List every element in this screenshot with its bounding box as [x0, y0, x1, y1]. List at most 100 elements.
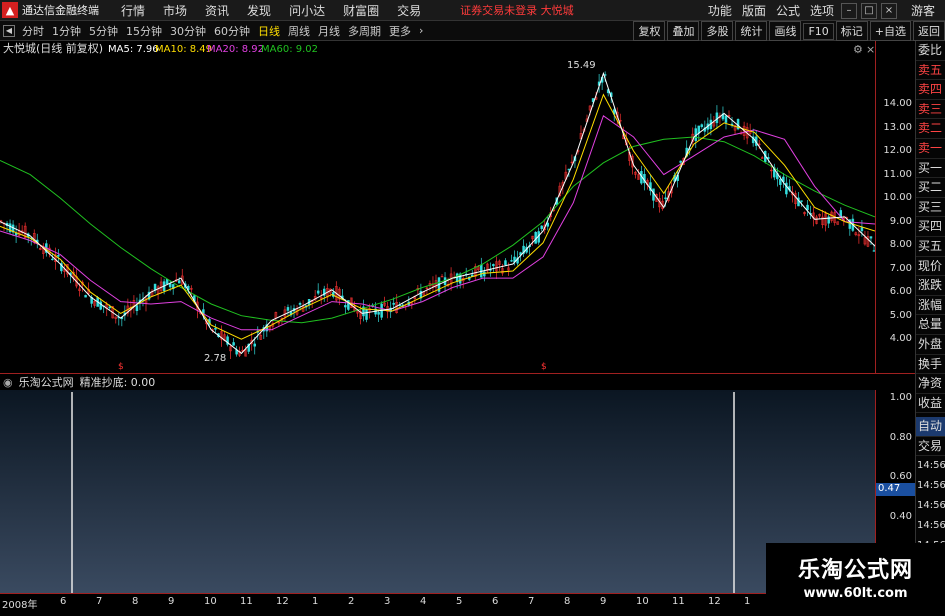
side-tab[interactable]: 买五	[916, 237, 945, 257]
guest-user[interactable]: 游客	[911, 2, 935, 19]
indicator-tick: 1.00	[889, 392, 912, 403]
side-tab[interactable]: 委比	[916, 41, 945, 61]
side-tab[interactable]: 总量	[916, 315, 945, 335]
time-tick: 6	[60, 596, 67, 607]
candle-body	[724, 115, 728, 123]
price-tick: 7.00	[889, 262, 912, 274]
trade-notice[interactable]: 证券交易未登录 大悦城	[460, 2, 610, 18]
side-tab[interactable]: 卖三	[916, 100, 945, 120]
indicator-name[interactable]: 乐淘公式网	[19, 374, 74, 390]
watermark-title: 乐淘公式网	[797, 557, 913, 583]
time-tick: 12	[708, 596, 721, 607]
price-tick: 13.00	[883, 121, 912, 133]
candle-body	[504, 260, 507, 265]
menu-options[interactable]: 选项	[805, 2, 839, 19]
trade-time: 14:56	[917, 480, 945, 492]
price-tick: 8.00	[889, 239, 912, 251]
ma20-label: MA20: 8.92	[207, 44, 264, 55]
tool-draw[interactable]: 画线	[769, 21, 802, 41]
price-tick: 11.00	[883, 168, 912, 180]
side-tab[interactable]: 现价	[916, 257, 945, 277]
menu-trade[interactable]: 交易	[388, 2, 430, 19]
maximize-icon[interactable]: □	[860, 2, 877, 19]
side-tab[interactable]: 卖一	[916, 139, 945, 159]
minimize-icon[interactable]: –	[840, 2, 857, 19]
tool-stats[interactable]: 统计	[735, 21, 768, 41]
side-tab[interactable]: 买四	[916, 217, 945, 237]
period-15min[interactable]: 15分钟	[122, 23, 166, 39]
menu-market[interactable]: 市场	[154, 2, 196, 19]
candle-body	[806, 204, 809, 211]
side-tab[interactable]: 买二	[916, 178, 945, 198]
menu-ask[interactable]: 问小达	[280, 2, 334, 19]
time-tick: 11	[672, 596, 685, 607]
tool-restore-rights[interactable]: 复权	[633, 21, 666, 41]
watermark: 乐淘公式网 www.60lt.com	[766, 543, 945, 609]
side-tab[interactable]: 换手	[916, 355, 945, 375]
period-intraday[interactable]: 分时	[18, 23, 48, 39]
period-multi[interactable]: 多周期	[344, 23, 385, 39]
time-tick: 11	[240, 596, 253, 607]
side-tab[interactable]: 卖四	[916, 80, 945, 100]
side-tab[interactable]: 净资	[916, 374, 945, 394]
chevron-right-icon[interactable]: ›	[415, 24, 427, 37]
menu-formula[interactable]: 公式	[771, 2, 805, 19]
period-60min[interactable]: 60分钟	[210, 23, 254, 39]
period-monthly[interactable]: 月线	[314, 23, 344, 39]
menu-discover[interactable]: 发现	[238, 2, 280, 19]
period-daily[interactable]: 日线	[254, 23, 284, 39]
side-tab[interactable]: 卖二	[916, 119, 945, 139]
candle-body	[679, 160, 682, 163]
period-weekly[interactable]: 周线	[284, 23, 314, 39]
trade-tab[interactable]: 交易	[916, 437, 945, 457]
menu-quotes[interactable]: 行情	[112, 2, 154, 19]
candle-body	[540, 225, 543, 229]
menu-layout[interactable]: 版面	[737, 2, 771, 19]
period-30min[interactable]: 30分钟	[166, 23, 210, 39]
period-5min[interactable]: 5分钟	[85, 23, 122, 39]
side-tab[interactable]: 买一	[916, 159, 945, 179]
close-icon[interactable]: ×	[880, 2, 897, 19]
candle-body	[165, 279, 169, 285]
side-tab[interactable]: 卖五	[916, 61, 945, 81]
period-more[interactable]: 更多	[385, 23, 415, 39]
watermark-url: www.60lt.com	[803, 585, 908, 601]
event-marker-icon: $	[541, 362, 547, 371]
tool-multi-stock[interactable]: 多股	[701, 21, 734, 41]
candle-body	[455, 273, 459, 283]
candle-body	[567, 168, 571, 171]
time-tick: 9	[600, 596, 607, 607]
candle-body	[84, 295, 87, 298]
indicator-toggle-icon[interactable]: ◉	[3, 376, 13, 389]
price-chart[interactable]: 大悦城(日线 前复权) MA5: 7.96 MA10: 8.49 MA20: 8…	[0, 41, 875, 371]
side-tab[interactable]: 买三	[916, 198, 945, 218]
app-logo-icon: ▲	[2, 2, 18, 18]
menu-wealth-circle[interactable]: 财富圈	[334, 2, 388, 19]
chart-title: 大悦城(日线 前复权)	[3, 41, 103, 55]
indicator-current-value: 0.47	[876, 483, 916, 496]
tool-add-watchlist[interactable]: +自选	[869, 21, 911, 41]
tool-mark[interactable]: 标记	[835, 21, 868, 41]
indicator-chart[interactable]	[0, 390, 875, 593]
event-marker-icon: $	[118, 362, 124, 371]
tool-f10[interactable]: F10	[803, 22, 834, 40]
toggle-icon[interactable]: ◀	[3, 24, 15, 37]
candle-body	[316, 290, 320, 294]
side-tab[interactable]: 外盘	[916, 335, 945, 355]
auto-trade-tab[interactable]: 自动	[916, 417, 945, 437]
time-tick: 7	[96, 596, 103, 607]
candle-body	[860, 227, 864, 232]
candle-body	[869, 236, 873, 239]
menu-news[interactable]: 资讯	[196, 2, 238, 19]
price-tick: 10.00	[883, 192, 912, 204]
tool-overlay[interactable]: 叠加	[667, 21, 700, 41]
time-tick: 2	[348, 596, 355, 607]
tool-back[interactable]: 返回	[913, 21, 945, 41]
period-1min[interactable]: 1分钟	[48, 23, 85, 39]
menu-functions[interactable]: 功能	[703, 2, 737, 19]
side-tab[interactable]: 收益	[916, 394, 945, 414]
side-tab[interactable]: 涨跌	[916, 276, 945, 296]
ma5-label: MA5: 7.96	[108, 44, 159, 55]
time-tick: 9	[168, 596, 175, 607]
side-tab[interactable]: 涨幅	[916, 296, 945, 316]
